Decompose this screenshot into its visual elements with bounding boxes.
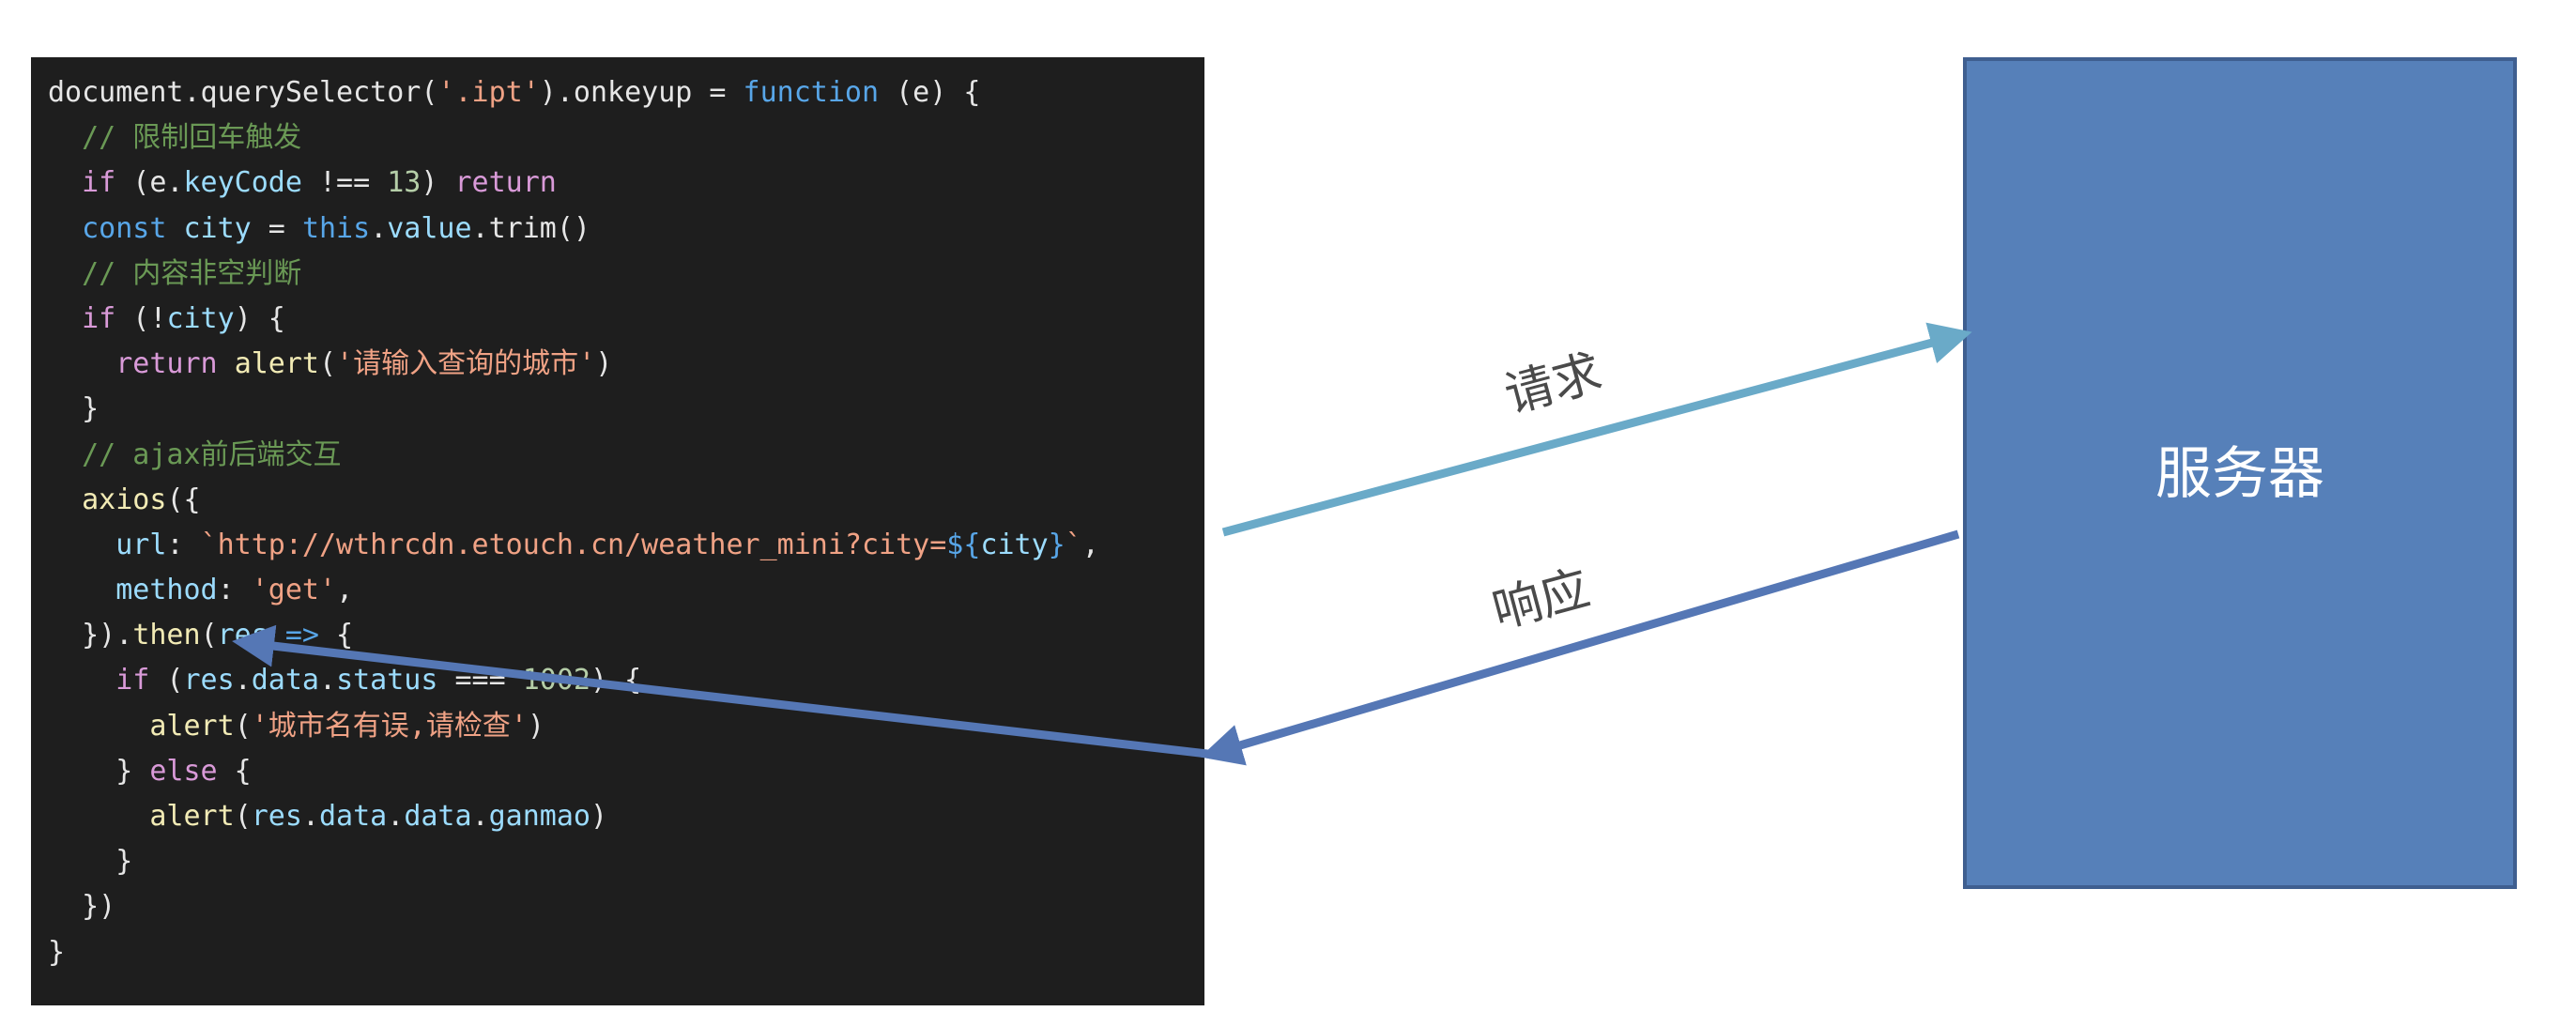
response-arrow [1200, 529, 1960, 766]
callback-arrow [232, 624, 1217, 759]
arrows-overlay [232, 322, 1972, 766]
